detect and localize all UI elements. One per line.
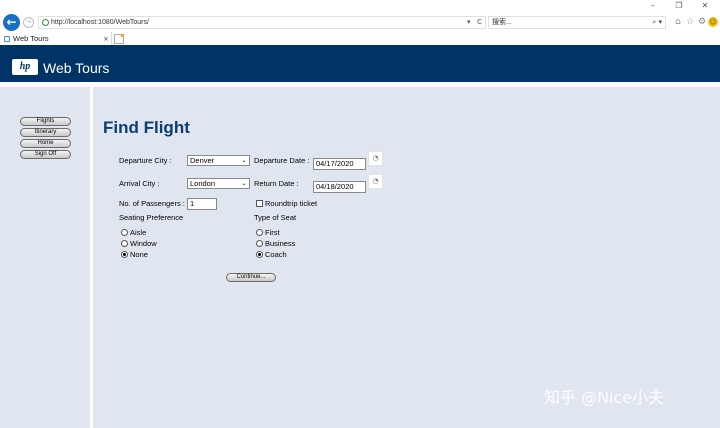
nav-sign-off-button[interactable]: Sign Off <box>20 150 71 159</box>
window-titlebar: – ❐ ✕ <box>0 0 720 12</box>
brand-title: Web Tours <box>43 60 110 76</box>
seat-type-label: Type of Seat <box>254 213 297 222</box>
address-bar-row: ← → http://localhost:1080/WebTours/ ▾ C … <box>0 12 720 32</box>
arrival-city-select[interactable]: London ⌄ <box>187 178 250 189</box>
arrival-city-label: Arrival City : <box>119 179 160 188</box>
seat-type-first-label: First <box>265 228 280 237</box>
seating-preference-label: Seating Preference <box>119 213 184 222</box>
chevron-down-icon: ⌄ <box>241 180 247 187</box>
address-text[interactable]: http://localhost:1080/WebTours/ <box>51 17 149 28</box>
seat-pref-aisle-radio[interactable] <box>121 229 128 236</box>
seat-type-first-radio[interactable] <box>256 229 263 236</box>
tab-strip: Web Tours × <box>0 32 720 46</box>
departure-date-label: Departure Date : <box>254 156 310 165</box>
departure-city-label: Departure City : <box>119 156 172 165</box>
search-icon[interactable]: ⌕ ▾ <box>652 17 662 28</box>
watermark: 知乎 @Nice小夫 <box>544 388 665 407</box>
maximize-button[interactable]: ❐ <box>668 0 690 12</box>
departure-city-value: Denver <box>190 156 215 165</box>
close-window-button[interactable]: ✕ <box>694 0 716 12</box>
nav-flights-button[interactable]: Flights <box>20 117 71 126</box>
home-icon[interactable]: ⌂ <box>673 17 683 27</box>
new-tab-icon[interactable] <box>114 34 124 44</box>
roundtrip-checkbox[interactable] <box>256 200 263 207</box>
back-arrow-icon[interactable]: ← <box>3 14 20 31</box>
seat-pref-none-label: None <box>130 250 148 259</box>
seat-type-business-label: Business <box>265 239 296 248</box>
address-bar[interactable]: http://localhost:1080/WebTours/ ▾ C <box>38 16 486 29</box>
smiley-feedback-icon[interactable]: ☺ <box>708 17 718 27</box>
tab-close-icon[interactable]: × <box>103 32 109 46</box>
roundtrip-label: Roundtrip ticket <box>265 199 318 208</box>
address-dropdown-icon[interactable]: ▾ <box>467 17 471 28</box>
chevron-down-icon: ⌄ <box>241 157 247 164</box>
passengers-input[interactable]: 1 <box>187 198 217 210</box>
nav-home-button[interactable]: Home <box>20 139 71 148</box>
seat-pref-none-radio[interactable] <box>121 251 128 258</box>
departure-date-input[interactable]: 04/17/2020 <box>313 158 366 170</box>
page-title: Find Flight <box>103 118 190 137</box>
refresh-icon[interactable]: C <box>477 17 482 28</box>
tab-web-tours[interactable]: Web Tours × <box>0 32 112 46</box>
seat-pref-aisle-label: Aisle <box>130 228 147 237</box>
seat-type-coach-label: Coach <box>265 250 287 259</box>
settings-gear-icon[interactable]: ⚙ <box>697 17 707 27</box>
search-box[interactable]: 搜索... ⌕ ▾ <box>488 16 666 29</box>
seat-pref-window-label: Window <box>130 239 157 248</box>
seat-type-business-radio[interactable] <box>256 240 263 247</box>
return-calendar-icon[interactable]: ◔ <box>368 174 383 189</box>
search-placeholder[interactable]: 搜索... <box>492 17 512 28</box>
favorites-star-icon[interactable]: ☆ <box>685 17 695 27</box>
seat-pref-window-radio[interactable] <box>121 240 128 247</box>
minimize-button[interactable]: – <box>642 0 664 12</box>
departure-city-select[interactable]: Denver ⌄ <box>187 155 250 166</box>
hp-logo: hp <box>12 59 38 75</box>
passengers-label: No. of Passengers : <box>119 199 185 208</box>
continue-button[interactable]: Continue... <box>226 273 276 282</box>
return-date-input[interactable]: 04/18/2020 <box>313 181 366 193</box>
tab-title: Web Tours <box>13 34 49 43</box>
forward-arrow-icon[interactable]: → <box>23 17 34 28</box>
nav-itinerary-button[interactable]: Itinerary <box>20 128 71 137</box>
departure-calendar-icon[interactable]: ◔ <box>368 151 383 166</box>
return-date-label: Return Date : <box>254 179 299 188</box>
arrival-city-value: London <box>190 179 216 188</box>
seat-type-coach-radio[interactable] <box>256 251 263 258</box>
page-icon <box>42 19 49 26</box>
tab-favicon-icon <box>4 36 10 42</box>
